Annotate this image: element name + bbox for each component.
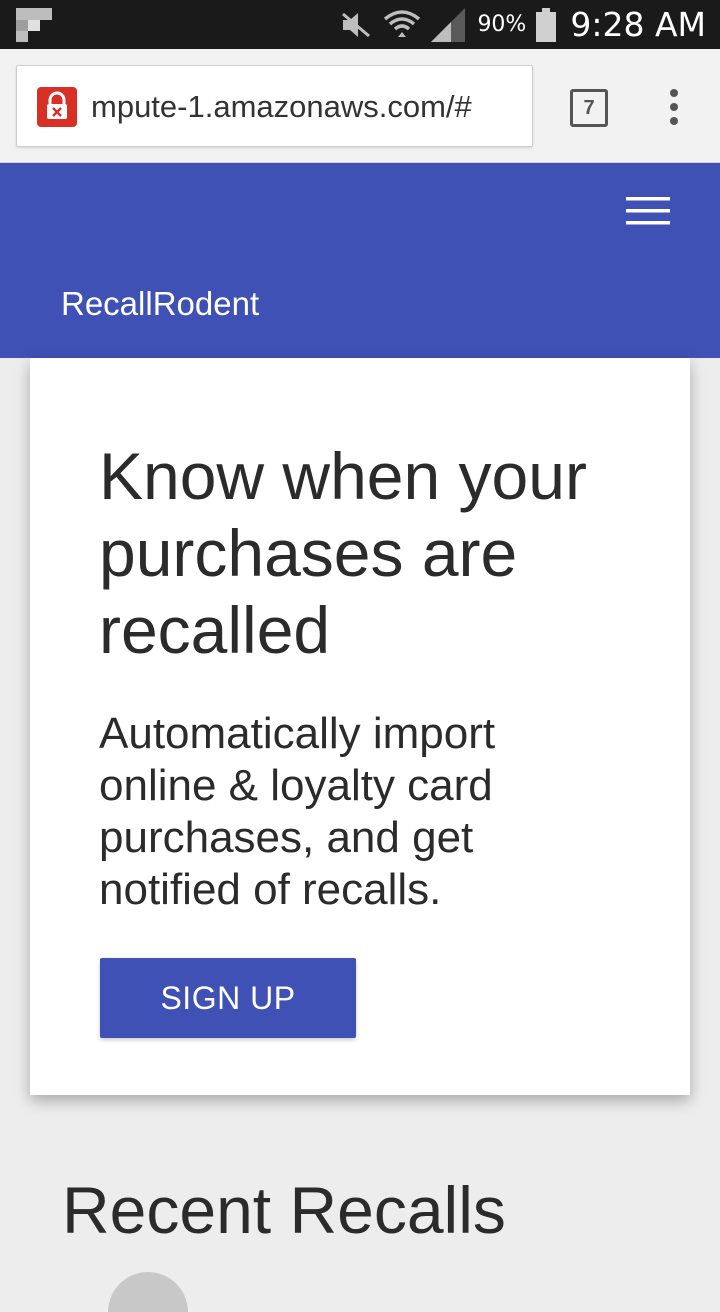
status-bar: 90% 9:28 AM [0,0,720,49]
browser-toolbar: mpute-1.amazonaws.com/# 7 [0,49,720,163]
hero-subtitle: Automatically import online & loyalty ca… [99,709,496,914]
battery-icon [536,7,557,42]
recent-recalls-heading: Recent Recalls [62,1173,506,1247]
signal-icon [431,7,466,42]
hero-card: Know when your purchases are recalled Au… [30,358,690,1095]
flipboard-icon [16,8,52,42]
hero-title: Know when your purchases are recalled [99,439,587,667]
brand-title[interactable]: RecallRodent [61,285,259,323]
wifi-icon [384,9,421,37]
insecure-lock-icon[interactable] [37,87,77,127]
mute-icon [342,12,371,37]
url-text[interactable]: mpute-1.amazonaws.com/# [91,85,521,129]
more-vert-icon[interactable] [660,87,688,127]
hamburger-menu-icon[interactable] [622,194,672,228]
clock: 9:28 AM [570,5,706,44]
battery-percent: 90% [477,12,527,37]
sign-up-button[interactable]: SIGN UP [100,958,356,1038]
address-bar[interactable]: mpute-1.amazonaws.com/# [16,65,533,147]
recall-item-avatar [108,1272,188,1312]
tab-switcher-icon[interactable]: 7 [570,89,608,127]
app-header [0,163,720,358]
